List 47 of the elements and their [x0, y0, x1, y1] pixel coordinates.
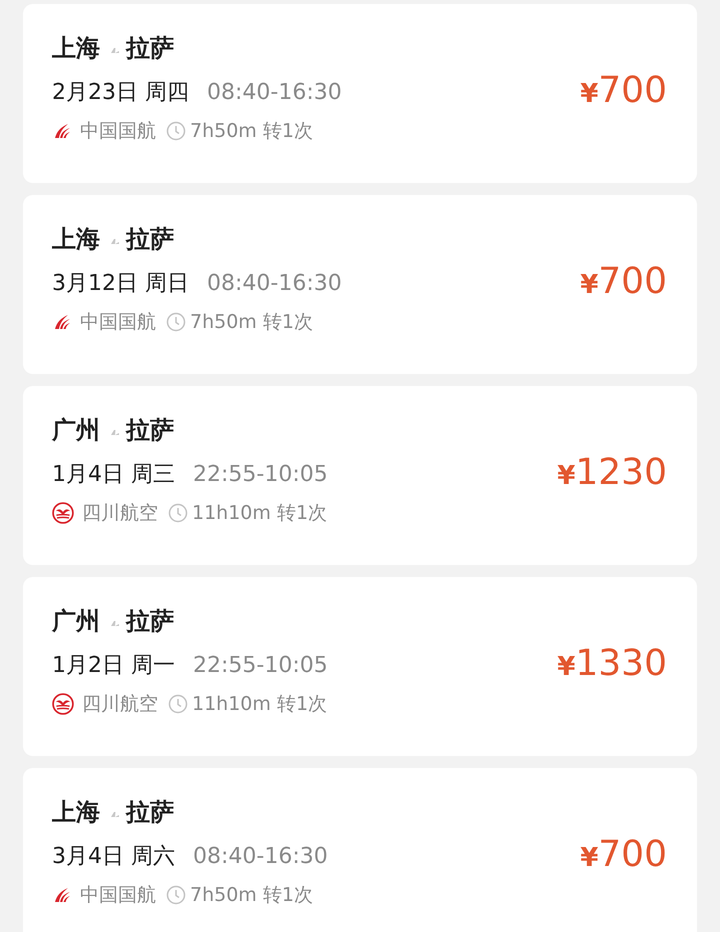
airline-name: 中国国航 — [80, 310, 156, 335]
flight-duration: 11h10m 转1次 — [192, 692, 328, 717]
flight-card[interactable]: 上海 拉萨 3月4日 周六 08:40-16:30 中国国航 7h50m 转1次 ¥700 — [23, 768, 697, 932]
departure-city: 广州 — [52, 606, 100, 637]
flight-time: 08:40-16:30 — [193, 844, 328, 868]
flight-time: 22:55-10:05 — [193, 652, 328, 678]
flight-card[interactable]: 上海 拉萨 3月12日 周日 08:40-16:30 中国国航 7h50m 转1次 ¥700 — [23, 195, 697, 374]
flight-duration: 7h50m 转1次 — [190, 883, 313, 908]
arrival-city: 拉萨 — [126, 797, 174, 828]
flight-card[interactable]: 广州 拉萨 1月4日 周三 22:55-10:05 四川航空 11h10m 转1次 ¥1230 — [23, 386, 697, 565]
ticket-price: ¥1330 — [557, 643, 667, 684]
clock-icon — [168, 503, 188, 523]
departure-city: 广州 — [52, 415, 100, 446]
departure-city: 上海 — [52, 224, 100, 255]
clock-icon — [166, 312, 186, 332]
arrival-city: 拉萨 — [126, 606, 174, 637]
departure-city: 上海 — [52, 797, 100, 828]
ticket-price: ¥700 — [580, 261, 667, 302]
flight-card[interactable]: 上海 拉萨 2月23日 周四 08:40-16:30 中国国航 7h50m 转1次 ¥700 — [23, 4, 697, 183]
flight-duration: 7h50m 转1次 — [190, 119, 313, 144]
flight-time: 08:40-16:30 — [206, 270, 342, 296]
airline-name: 中国国航 — [80, 119, 156, 144]
flight-date: 1月4日 周三 — [52, 461, 175, 489]
airline-name: 四川航空 — [82, 692, 158, 717]
flight-duration: 7h50m 转1次 — [190, 310, 313, 335]
flight-date: 3月12日 周日 — [52, 270, 189, 298]
flight-date: 1月2日 周一 — [52, 652, 175, 680]
clock-icon — [166, 121, 186, 141]
arrival-city: 拉萨 — [126, 33, 174, 64]
ticket-price: ¥1230 — [557, 452, 667, 493]
arrival-city: 拉萨 — [126, 415, 174, 446]
departure-city: 上海 — [52, 33, 100, 64]
arrival-city: 拉萨 — [126, 224, 174, 255]
flight-time: 22:55-10:05 — [193, 462, 328, 486]
ticket-price: ¥700 — [580, 70, 667, 111]
flight-date: 3月4日 周六 — [52, 843, 175, 871]
clock-icon — [166, 885, 186, 905]
airline-name: 四川航空 — [82, 501, 158, 526]
flight-card[interactable]: 广州 拉萨 1月2日 周一 22:55-10:05 四川航空 11h10m 转1次 ¥1330 — [23, 577, 697, 756]
clock-icon — [168, 694, 188, 714]
ticket-price: ¥700 — [580, 834, 667, 875]
flight-duration: 11h10m 转1次 — [192, 501, 328, 526]
flight-time: 08:40-16:30 — [206, 80, 342, 104]
airline-name: 中国国航 — [80, 883, 156, 908]
airline-logo-icon — [52, 693, 74, 715]
flight-date: 2月23日 周四 — [52, 79, 189, 107]
airline-logo-icon — [52, 502, 74, 524]
